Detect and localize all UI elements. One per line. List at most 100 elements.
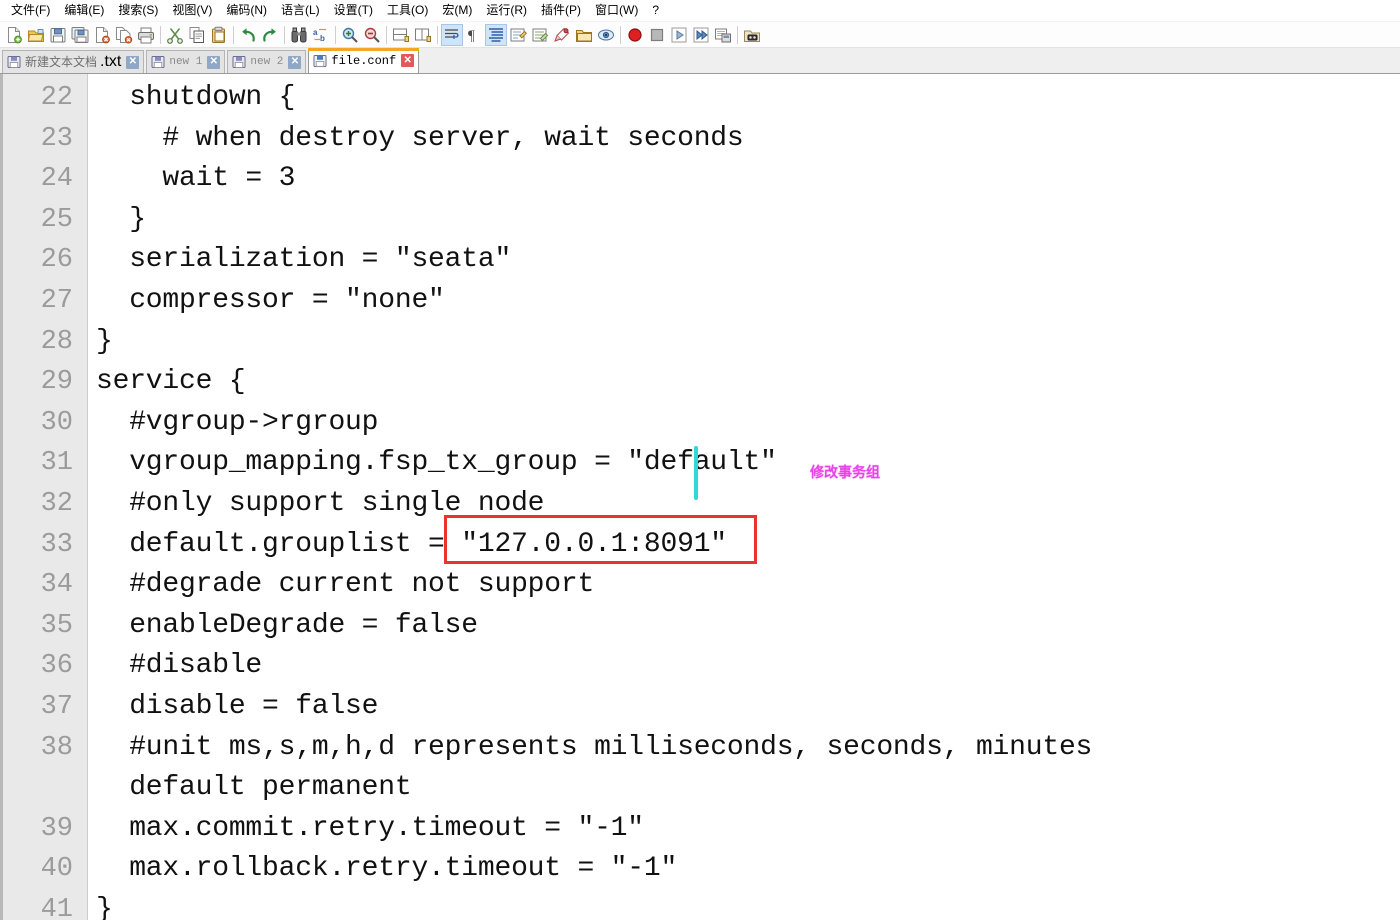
show-whitespace-icon[interactable]: ¶ <box>463 24 485 46</box>
code-line[interactable]: } <box>88 890 1400 920</box>
new-file-icon[interactable] <box>3 24 25 46</box>
code-line[interactable]: #disable <box>88 646 1400 687</box>
folder-as-workspace-icon[interactable] <box>573 24 595 46</box>
toolbar-separator <box>335 25 336 44</box>
line-number: 33 <box>40 529 73 560</box>
tab-file-conf[interactable]: file.conf ✕ <box>308 48 420 73</box>
menu-plugins[interactable]: 插件(P) <box>534 1 588 20</box>
toolbar: a b ¶ <box>0 22 1400 48</box>
line-number: 38 <box>40 732 73 763</box>
redo-arrow-icon[interactable] <box>259 24 281 46</box>
code-line[interactable]: default.grouplist = "127.0.0.1:8091" <box>88 525 1400 566</box>
tab-new-1[interactable]: new 1 ✕ <box>146 50 226 73</box>
menu-edit[interactable]: 编辑(E) <box>57 1 111 20</box>
code-line[interactable]: disable = false <box>88 687 1400 728</box>
show-all-chars-icon[interactable] <box>507 24 529 46</box>
play-macro-icon[interactable] <box>668 24 690 46</box>
code-line[interactable]: shutdown { <box>88 78 1400 119</box>
tab-document-icon <box>151 55 165 69</box>
save-macro-icon[interactable] <box>712 24 734 46</box>
paste-icon[interactable] <box>208 24 230 46</box>
code-line[interactable]: } <box>88 200 1400 241</box>
document-map-icon[interactable] <box>595 24 617 46</box>
code-line[interactable]: compressor = "none" <box>88 281 1400 322</box>
editor-pane[interactable]: 22 23 24 25 26 27 28 29 30 31 32 33 34 35 36 37 38 39 40 4… <box>0 74 1400 920</box>
code-line[interactable]: serialization = "seata" <box>88 240 1400 281</box>
tab-document-icon <box>7 55 21 69</box>
find-binoculars-icon[interactable] <box>288 24 310 46</box>
sync-vertical-icon[interactable] <box>390 24 412 46</box>
code-line[interactable]: #only support single node <box>88 484 1400 525</box>
line-number: 31 <box>40 448 73 479</box>
code-line[interactable]: } <box>88 322 1400 363</box>
menu-tools[interactable]: 工具(O) <box>380 1 435 20</box>
svg-text:b: b <box>320 34 325 43</box>
menu-settings[interactable]: 设置(T) <box>327 1 380 20</box>
line-number: 24 <box>40 164 73 195</box>
toolbar-separator <box>284 25 285 44</box>
tab-close-icon[interactable]: ✕ <box>207 55 221 69</box>
cyan-caret-annotation <box>694 446 698 500</box>
code-line[interactable]: vgroup_mapping.fsp_tx_group = "default" <box>88 443 1400 484</box>
code-line[interactable]: #vgroup->rgroup <box>88 403 1400 444</box>
line-number: 41 <box>40 894 73 920</box>
toolbar-separator <box>160 25 161 44</box>
menu-file[interactable]: 文件(F) <box>4 1 57 20</box>
menu-help[interactable]: ? <box>645 1 666 20</box>
save-icon[interactable] <box>47 24 69 46</box>
svg-text:a: a <box>313 28 318 37</box>
tab-close-icon[interactable]: ✕ <box>401 54 415 67</box>
word-wrap-icon[interactable] <box>441 23 463 46</box>
run-program-icon[interactable] <box>741 24 763 46</box>
line-number: 37 <box>40 691 73 722</box>
menu-run[interactable]: 运行(R) <box>479 1 534 20</box>
tab-new-2[interactable]: new 2 ✕ <box>227 50 307 73</box>
zoom-out-icon[interactable] <box>361 24 383 46</box>
undo-arrow-icon[interactable] <box>237 24 259 46</box>
copy-icon[interactable] <box>186 24 208 46</box>
code-line[interactable]: default permanent <box>88 768 1400 809</box>
code-line[interactable]: #degrade current not support <box>88 565 1400 606</box>
zoom-in-icon[interactable] <box>339 24 361 46</box>
save-all-icon[interactable] <box>69 24 91 46</box>
line-number: 27 <box>40 285 73 316</box>
menu-macro[interactable]: 宏(M) <box>435 1 479 20</box>
sync-horizontal-icon[interactable] <box>412 24 434 46</box>
print-icon[interactable] <box>135 24 157 46</box>
line-number: 32 <box>40 488 73 519</box>
line-number: 25 <box>40 204 73 235</box>
menu-encoding[interactable]: 编码(N) <box>219 1 274 20</box>
tab-close-icon[interactable]: ✕ <box>288 55 302 69</box>
open-folder-icon[interactable] <box>25 24 47 46</box>
run-macro-multiple-icon[interactable] <box>690 24 712 46</box>
color-picker-icon[interactable] <box>551 24 573 46</box>
code-line[interactable]: #unit ms,s,m,h,d represents milliseconds… <box>88 728 1400 769</box>
stop-macro-icon[interactable] <box>646 24 668 46</box>
show-indent-guide-icon[interactable] <box>485 23 507 46</box>
menu-window[interactable]: 窗口(W) <box>588 1 645 20</box>
code-line[interactable]: service { <box>88 362 1400 403</box>
toolbar-separator <box>386 25 387 44</box>
close-all-files-icon[interactable] <box>113 24 135 46</box>
tab-document-icon <box>232 55 246 69</box>
menu-language[interactable]: 语言(L) <box>274 1 327 20</box>
code-line[interactable]: enableDegrade = false <box>88 606 1400 647</box>
tab-close-icon[interactable]: ✕ <box>126 55 140 69</box>
code-text-area[interactable]: shutdown { # when destroy server, wait s… <box>88 74 1400 920</box>
close-file-icon[interactable] <box>91 24 113 46</box>
menu-bar: 文件(F) 编辑(E) 搜索(S) 视图(V) 编码(N) 语言(L) 设置(T) 工具(O)… <box>0 0 1400 22</box>
menu-view[interactable]: 视图(V) <box>165 1 219 20</box>
record-macro-icon[interactable] <box>624 24 646 46</box>
tab-label: file.conf <box>331 53 397 68</box>
tab-xinjian-wenben[interactable]: 新建文本文档 .txt ✕ <box>2 50 145 73</box>
code-line[interactable]: max.rollback.retry.timeout = "-1" <box>88 849 1400 890</box>
cut-scissors-icon[interactable] <box>164 24 186 46</box>
menu-search[interactable]: 搜索(S) <box>111 1 165 20</box>
replace-icon[interactable]: ab <box>310 24 332 46</box>
code-line[interactable]: # when destroy server, wait seconds <box>88 119 1400 160</box>
user-language-icon[interactable] <box>529 24 551 46</box>
tab-label-extension: .txt <box>100 53 122 70</box>
code-line[interactable]: max.commit.retry.timeout = "-1" <box>88 809 1400 850</box>
code-line[interactable]: wait = 3 <box>88 159 1400 200</box>
toolbar-separator <box>437 25 438 44</box>
